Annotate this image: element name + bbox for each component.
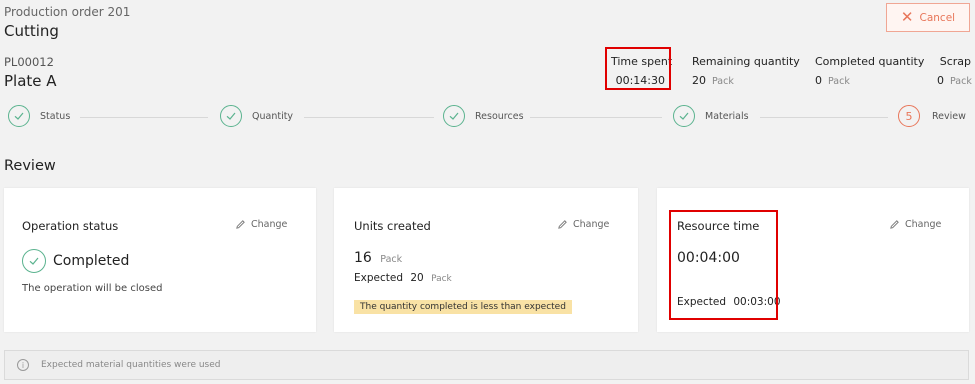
- operation-title: Cutting: [4, 22, 59, 40]
- info-text: Expected material quantities were used: [41, 360, 221, 370]
- production-order-title: Production order 201: [4, 5, 131, 19]
- scrap-value: 0: [937, 74, 944, 87]
- completed-check-icon: [22, 249, 46, 273]
- units-created-change-label: Change: [573, 219, 610, 230]
- resource-time-highlight: [669, 210, 778, 320]
- step-connector: [304, 117, 434, 118]
- step-materials-check-icon[interactable]: [673, 105, 695, 127]
- step-status-check-icon[interactable]: [8, 105, 30, 127]
- operation-status-note: The operation will be closed: [22, 283, 163, 294]
- stat-remaining-quantity: Remaining quantity 20 Pack: [692, 55, 800, 87]
- pencil-icon: [890, 220, 899, 229]
- completed-quantity-label: Completed quantity: [815, 55, 925, 68]
- scrap-unit: Pack: [950, 76, 972, 87]
- review-heading: Review: [4, 158, 56, 174]
- units-created-change-link[interactable]: Change: [557, 219, 609, 230]
- product-name: Plate A: [4, 72, 57, 90]
- stat-scrap: Scrap 0 Pack: [937, 55, 972, 87]
- step-label-materials[interactable]: Materials: [705, 111, 749, 122]
- cancel-label: Cancel: [919, 11, 956, 24]
- remaining-quantity-label: Remaining quantity: [692, 55, 800, 68]
- quantity-warning-badge: The quantity completed is less than expe…: [354, 300, 572, 314]
- completed-quantity-value: 0: [815, 74, 822, 87]
- resource-time-change-label: Change: [905, 219, 942, 230]
- time-spent-highlight: [605, 47, 671, 90]
- step-connector: [530, 117, 662, 118]
- units-created-unit: Pack: [380, 254, 403, 265]
- product-code: PL00012: [4, 55, 54, 69]
- remaining-quantity-unit: Pack: [712, 76, 734, 87]
- cancel-button[interactable]: ✕ Cancel: [886, 3, 970, 32]
- units-created-card: Units created Change 16 Pack Expected 20…: [334, 188, 638, 332]
- info-bar: i Expected material quantities were used: [4, 350, 969, 380]
- step-connector: [80, 117, 208, 118]
- step-resources-check-icon[interactable]: [443, 105, 465, 127]
- step-connector: [760, 117, 888, 118]
- units-expected-label: Expected: [354, 272, 403, 284]
- step-label-status[interactable]: Status: [40, 111, 70, 122]
- remaining-quantity-value: 20: [692, 74, 706, 87]
- stat-completed-quantity: Completed quantity 0 Pack: [815, 55, 924, 87]
- units-expected-value: 20: [410, 272, 424, 284]
- close-icon: ✕: [900, 8, 914, 26]
- operation-status-change-label: Change: [251, 219, 288, 230]
- info-icon: i: [17, 359, 29, 371]
- units-created-title: Units created: [354, 219, 431, 233]
- scrap-label: Scrap: [939, 55, 971, 68]
- step-label-resources[interactable]: Resources: [475, 111, 524, 122]
- units-created-value: 16: [354, 250, 372, 266]
- step-label-quantity[interactable]: Quantity: [252, 111, 293, 122]
- operation-status-card: Operation status Change Completed The op…: [4, 188, 316, 332]
- units-expected-unit: Pack: [431, 274, 452, 284]
- completed-quantity-unit: Pack: [828, 76, 850, 87]
- step-label-review[interactable]: Review: [932, 111, 966, 122]
- operation-status-value: Completed: [53, 253, 130, 269]
- step-quantity-check-icon[interactable]: [220, 105, 242, 127]
- resource-time-change-link[interactable]: Change: [889, 219, 941, 230]
- operation-status-change-link[interactable]: Change: [235, 219, 287, 230]
- pencil-icon: [558, 220, 567, 229]
- operation-status-title: Operation status: [22, 219, 119, 233]
- pencil-icon: [236, 220, 245, 229]
- step-review-number[interactable]: 5: [898, 105, 920, 127]
